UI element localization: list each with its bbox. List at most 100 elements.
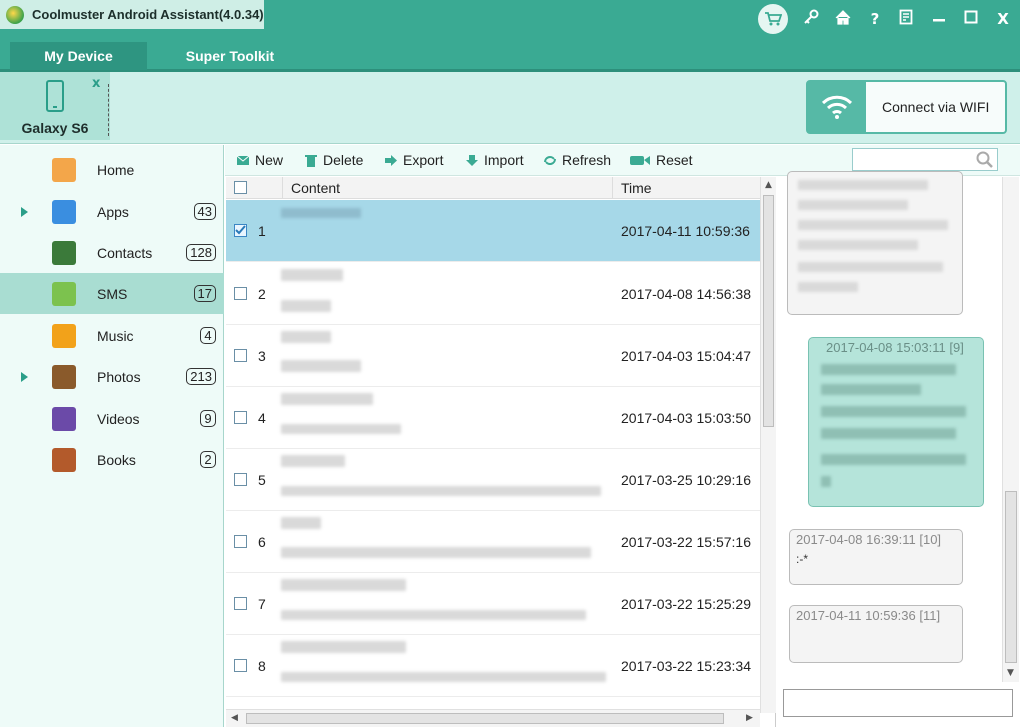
table-row[interactable]: 5 2017-03-25 10:29:16 — [226, 449, 760, 511]
feedback-icon[interactable] — [898, 9, 916, 29]
row-checkbox[interactable] — [234, 597, 247, 610]
scrollbar-thumb[interactable] — [1005, 491, 1017, 663]
conversation-scrollbar[interactable]: ▼ — [1002, 177, 1019, 682]
row-checkbox[interactable] — [234, 535, 247, 548]
scroll-up-icon[interactable]: ▲ — [765, 180, 772, 190]
expand-arrow-icon[interactable] — [21, 206, 28, 217]
new-button[interactable]: New — [236, 152, 283, 168]
export-label: Export — [403, 152, 444, 168]
expand-arrow-icon[interactable] — [21, 371, 28, 382]
table-row[interactable]: 4 2017-04-03 15:03:50 — [226, 387, 760, 449]
blurred-message — [821, 406, 966, 417]
item-count-badge: 9 — [200, 410, 216, 427]
message-bubble-incoming[interactable] — [787, 171, 963, 315]
app-logo-icon — [6, 5, 24, 24]
row-time: 2017-04-03 15:04:47 — [621, 348, 751, 364]
item-count-badge: 17 — [193, 285, 216, 302]
apps-icon — [52, 199, 76, 224]
message-bubble-incoming[interactable]: 2017-04-11 10:59:36 [11] — [789, 605, 963, 663]
sidebar-item-photos[interactable]: Photos 213 — [0, 356, 224, 397]
sms-table: Content Time 1 2017-04-11 10:59:36 2 201… — [226, 177, 776, 727]
sidebar-item-label: Books — [97, 451, 136, 468]
blurred-message — [821, 384, 921, 395]
blurred-content — [281, 455, 345, 467]
export-button[interactable]: Export — [384, 152, 443, 168]
minimize-icon[interactable] — [930, 10, 948, 28]
connect-wifi-button[interactable]: Connect via WIFI — [806, 80, 1007, 134]
main-tabs: My Device Super Toolkit — [0, 42, 1020, 72]
row-checkbox[interactable] — [234, 473, 247, 486]
cart-icon[interactable] — [758, 4, 788, 34]
device-divider — [108, 84, 109, 136]
time-column-header[interactable]: Time — [621, 180, 652, 196]
row-number: 8 — [258, 658, 266, 674]
search-icon[interactable] — [976, 151, 994, 169]
reply-input[interactable] — [783, 689, 1013, 717]
blurred-content — [281, 269, 343, 281]
row-time: 2017-03-22 15:23:34 — [621, 658, 751, 674]
row-number: 2 — [258, 286, 266, 302]
contacts-icon — [52, 240, 76, 265]
message-meta: 2017-04-11 10:59:36 [11] — [796, 608, 941, 623]
sidebar-item-videos[interactable]: Videos 9 — [0, 398, 224, 439]
sidebar-item-books[interactable]: Books 2 — [0, 439, 224, 480]
row-number: 1 — [258, 223, 266, 239]
refresh-button[interactable]: Refresh — [543, 152, 611, 168]
row-checkbox[interactable] — [234, 411, 247, 424]
import-button[interactable]: Import — [465, 152, 524, 168]
table-row[interactable]: 6 2017-03-22 15:57:16 — [226, 511, 760, 573]
scrollbar-thumb[interactable] — [763, 195, 774, 427]
table-row[interactable]: 1 2017-04-11 10:59:36 — [226, 200, 760, 262]
sidebar-item-home[interactable]: Home — [0, 149, 224, 190]
trash-icon — [305, 154, 317, 167]
device-close-icon[interactable]: x — [92, 76, 100, 91]
message-meta: 2017-04-08 16:39:11 [10] — [796, 532, 942, 547]
row-number: 7 — [258, 596, 266, 612]
search-input[interactable] — [852, 148, 998, 171]
message-bubble-incoming[interactable]: 2017-04-08 16:39:11 [10] :-* — [789, 529, 963, 585]
blurred-content — [281, 579, 406, 591]
music-icon — [52, 323, 76, 348]
table-row[interactable]: 3 2017-04-03 15:04:47 — [226, 325, 760, 387]
new-label: New — [255, 152, 284, 168]
delete-button[interactable]: Delete — [304, 152, 363, 168]
connect-wifi-label: Connect via WIFI — [882, 99, 990, 115]
blurred-message — [798, 262, 943, 272]
scroll-left-icon[interactable]: ◀ — [231, 713, 238, 723]
table-horizontal-scrollbar[interactable]: ◀ ▶ — [226, 709, 760, 727]
table-row[interactable]: 2 2017-04-08 14:56:38 — [226, 263, 760, 325]
sidebar-item-apps[interactable]: Apps 43 — [0, 191, 224, 232]
help-icon[interactable]: ? — [866, 10, 884, 28]
table-vertical-scrollbar[interactable]: ▲ — [760, 177, 776, 713]
scrollbar-thumb[interactable] — [246, 713, 724, 724]
conversation-pane: 2017-04-08 15:03:11 [9] 2017-04-08 16:39… — [777, 171, 1020, 727]
scroll-down-icon[interactable]: ▼ — [1007, 668, 1014, 678]
row-checkbox[interactable] — [234, 349, 247, 362]
key-icon[interactable] — [802, 9, 820, 29]
row-checkbox-checked[interactable] — [234, 224, 247, 237]
row-checkbox[interactable] — [234, 659, 247, 672]
maximize-icon[interactable] — [962, 10, 980, 28]
scroll-right-icon[interactable]: ▶ — [746, 713, 753, 723]
sidebar-item-music[interactable]: Music 4 — [0, 315, 224, 356]
sidebar-item-label: Music — [97, 327, 134, 344]
row-time: 2017-03-22 15:57:16 — [621, 534, 751, 550]
tab-my-device[interactable]: My Device — [10, 42, 147, 70]
close-icon[interactable]: X — [994, 10, 1012, 28]
refresh-label: Refresh — [562, 152, 612, 168]
home-icon[interactable] — [834, 9, 852, 29]
select-all-checkbox[interactable] — [234, 181, 247, 194]
device-card[interactable]: x Galaxy S6 — [0, 72, 110, 140]
row-checkbox[interactable] — [234, 287, 247, 300]
reset-button[interactable]: Reset — [629, 152, 693, 168]
blurred-content — [281, 393, 373, 405]
message-bubble-outgoing[interactable]: 2017-04-08 15:03:11 [9] — [808, 337, 984, 507]
sidebar-item-label: Contacts — [97, 244, 153, 261]
sidebar-item-contacts[interactable]: Contacts 128 — [0, 232, 224, 273]
tab-super-toolkit[interactable]: Super Toolkit — [160, 42, 300, 70]
table-row[interactable]: 8 2017-03-22 15:23:34 — [226, 635, 760, 697]
sidebar-item-sms[interactable]: SMS 17 — [0, 273, 224, 314]
content-column-header[interactable]: Content — [291, 180, 340, 196]
table-row[interactable]: 7 2017-03-22 15:25:29 — [226, 573, 760, 635]
reset-label: Reset — [656, 152, 693, 168]
